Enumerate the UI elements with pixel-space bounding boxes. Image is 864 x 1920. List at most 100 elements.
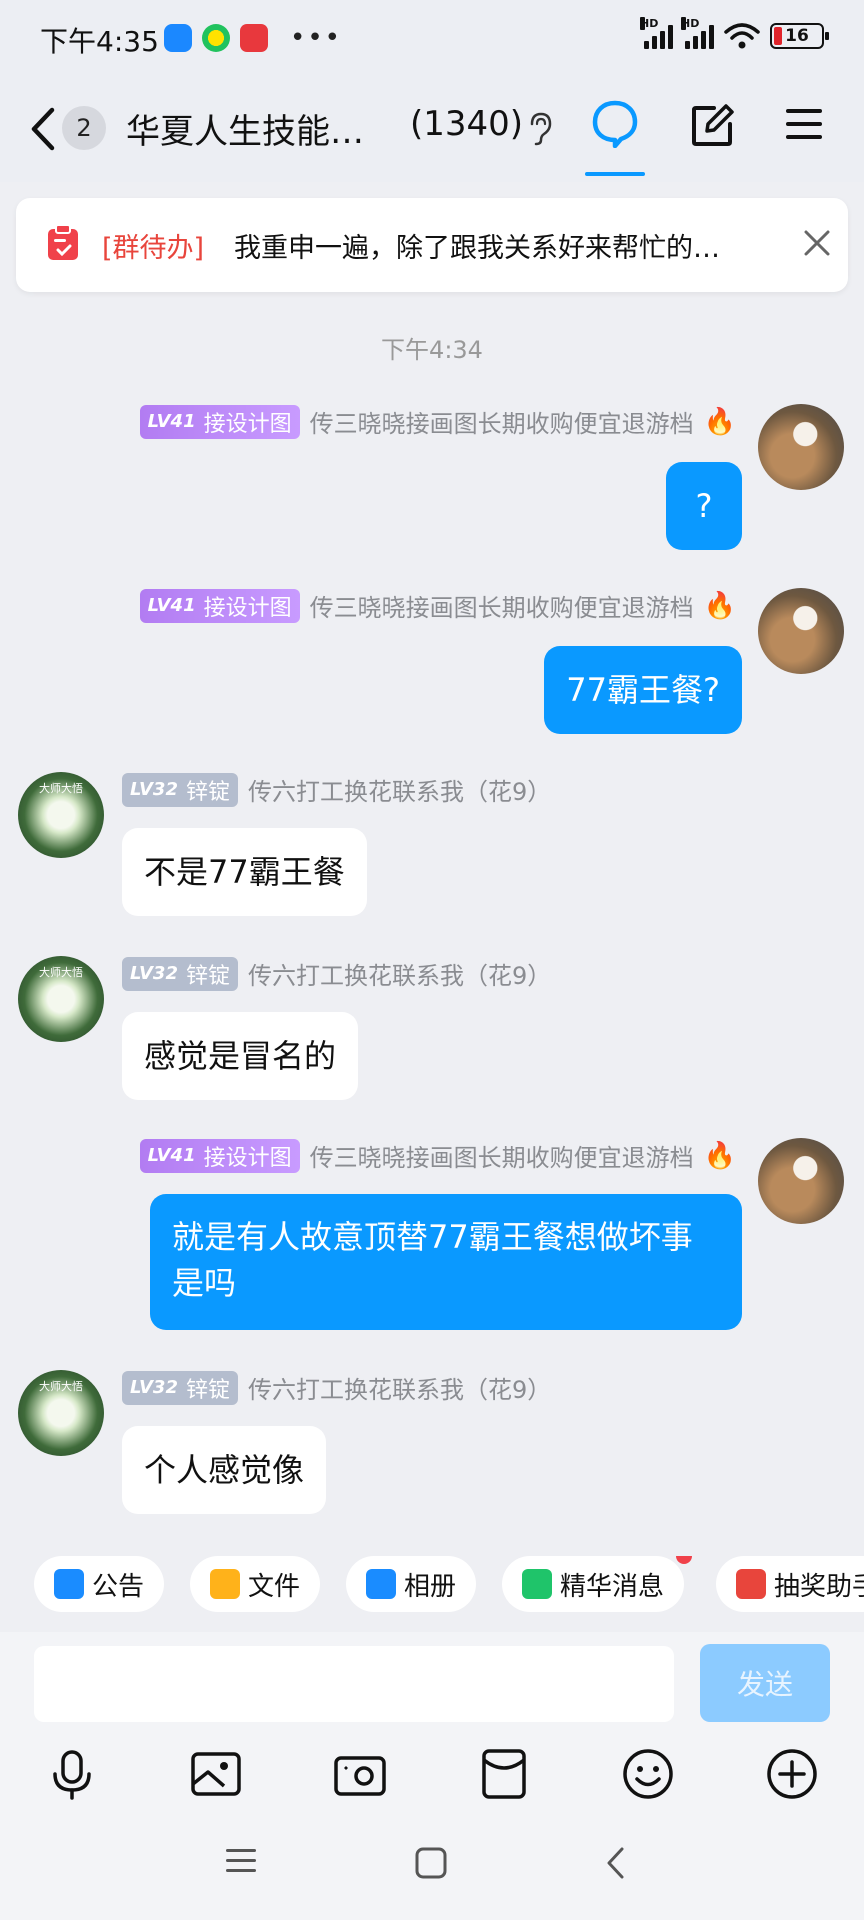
essence-icon (522, 1569, 552, 1599)
avatar[interactable] (758, 588, 844, 674)
message-meta: LV41 接设计图 传三晓晓接画图长期收购便宜退游档 🔥 (139, 588, 736, 623)
lottery-button[interactable]: 抽奖助手 (716, 1556, 864, 1612)
new-indicator-dot (676, 1556, 693, 1564)
message-meta: LV32 锌锭 传六打工换花联系我（花9） (122, 956, 551, 991)
back-nav-icon[interactable] (604, 1846, 628, 1880)
signal-icon: HD (681, 17, 714, 49)
avatar[interactable]: 大师大悟 (18, 1370, 104, 1456)
battery-level: 16 (785, 26, 809, 46)
files-button[interactable]: 文件 (190, 1556, 321, 1612)
member-title: 锌锭 (185, 1377, 230, 1403)
announcement-icon (54, 1569, 84, 1599)
shopping-app-icon (240, 24, 268, 52)
quick-tools-bar: 公告 文件 相册 精华消息 抽奖助手 (0, 1556, 864, 1630)
sender-nickname[interactable]: 传六打工换花联系我（花9） (248, 1370, 551, 1405)
input-toolbar (0, 1732, 864, 1822)
avatar[interactable] (758, 404, 844, 490)
fire-icon: 🔥 (703, 406, 736, 437)
member-badge: LV32 锌锭 (122, 1370, 238, 1405)
fire-icon: 🔥 (703, 590, 736, 621)
avatar[interactable]: 大师大悟 (18, 956, 104, 1042)
member-title: 接设计图 (203, 411, 292, 437)
member-badge: LV41 接设计图 (139, 588, 300, 623)
notification-icons: ••• (164, 24, 342, 52)
message-meta: LV32 锌锭 传六打工换花联系我（花9） (122, 772, 551, 807)
level-label: LV32 (130, 1377, 178, 1398)
unread-count-badge[interactable]: 2 (62, 106, 106, 150)
message-bubble[interactable]: 感觉是冒名的 (122, 1012, 359, 1100)
todo-text: 我重申一遍，除了跟我关系好来帮忙的… (234, 233, 720, 264)
chat-icon[interactable] (590, 98, 640, 148)
more-notifications-icon: ••• (290, 23, 343, 53)
announcement-button[interactable]: 公告 (34, 1556, 165, 1612)
sender-nickname[interactable]: 传六打工换花联系我（花9） (248, 772, 551, 807)
avatar-text: 大师大悟 (39, 966, 83, 979)
avatar[interactable]: 大师大悟 (18, 772, 104, 858)
send-button[interactable]: 发送 (700, 1644, 830, 1722)
message-timestamp: 下午4:34 (381, 336, 483, 364)
album-icon (366, 1569, 396, 1599)
gift-icon (736, 1569, 766, 1599)
member-title: 锌锭 (185, 963, 230, 989)
sender-nickname[interactable]: 传六打工换花联系我（花9） (248, 956, 551, 991)
home-icon[interactable] (414, 1846, 448, 1880)
message-meta: LV41 接设计图 传三晓晓接画图长期收购便宜退游档 🔥 (139, 404, 736, 439)
chip-label: 相册 (404, 1571, 457, 1602)
group-name[interactable]: 华夏人生技能… (126, 104, 364, 153)
status-bar: 下午4:35 ••• HD HD 16 (0, 0, 864, 78)
wifi-icon (724, 23, 760, 49)
member-title: 接设计图 (203, 1145, 292, 1171)
member-badge: LV32 锌锭 (122, 772, 238, 807)
clipboard-icon (48, 224, 78, 260)
menu-icon[interactable] (784, 106, 824, 142)
active-tab-indicator (585, 172, 645, 176)
chip-label: 精华消息 (560, 1571, 665, 1602)
close-icon[interactable] (802, 228, 832, 258)
red-packet-icon[interactable] (476, 1746, 532, 1802)
sender-nickname[interactable]: 传三晓晓接画图长期收购便宜退游档 (310, 404, 694, 439)
level-label: LV32 (130, 779, 178, 800)
level-label: LV41 (147, 411, 196, 432)
message-bubble[interactable]: 77霸王餐? (544, 646, 742, 734)
todo-tag: [群待办] (102, 233, 205, 264)
message-bubble[interactable]: 就是有人故意顶替77霸王餐想做坏事是吗 (150, 1194, 742, 1330)
image-icon[interactable] (188, 1746, 244, 1802)
plus-icon[interactable] (764, 1746, 820, 1802)
edit-icon[interactable] (690, 104, 734, 148)
sender-nickname[interactable]: 传三晓晓接画图长期收购便宜退游档 (310, 588, 694, 623)
message-bubble[interactable]: 个人感觉像 (122, 1426, 327, 1514)
camera-icon[interactable] (332, 1746, 388, 1802)
album-button[interactable]: 相册 (346, 1556, 477, 1612)
member-badge: LV32 锌锭 (122, 956, 238, 991)
avatar[interactable] (758, 1138, 844, 1224)
signal-icon: HD (640, 17, 673, 49)
recent-apps-icon[interactable] (224, 1846, 258, 1876)
avatar-text: 大师大悟 (39, 782, 83, 795)
message-input[interactable] (34, 1646, 674, 1722)
back-icon[interactable] (24, 104, 64, 154)
level-label: LV41 (147, 595, 196, 616)
member-title: 锌锭 (185, 779, 230, 805)
chip-label: 公告 (92, 1571, 145, 1602)
emoji-icon[interactable] (620, 1746, 676, 1802)
chip-label: 文件 (248, 1571, 301, 1602)
input-area: 发送 (0, 1632, 864, 1732)
browser-app-icon (164, 24, 192, 52)
member-title: 接设计图 (203, 595, 292, 621)
music-app-icon (202, 24, 230, 52)
folder-icon (210, 1569, 240, 1599)
message-bubble[interactable]: ? (666, 462, 742, 550)
fire-icon: 🔥 (703, 1140, 736, 1171)
sender-nickname[interactable]: 传三晓晓接画图长期收购便宜退游档 (310, 1138, 694, 1173)
member-count[interactable]: (1340) (410, 104, 523, 144)
microphone-icon[interactable] (44, 1746, 100, 1802)
essence-messages-button[interactable]: 精华消息 (502, 1556, 693, 1612)
message-meta: LV32 锌锭 传六打工换花联系我（花9） (122, 1370, 551, 1405)
message-bubble[interactable]: 不是77霸王餐 (122, 828, 367, 916)
group-todo-banner[interactable]: [群待办] 我重申一遍，除了跟我关系好来帮忙的… (16, 198, 848, 292)
message-meta: LV41 接设计图 传三晓晓接画图长期收购便宜退游档 🔥 (139, 1138, 736, 1173)
chip-label: 抽奖助手 (774, 1571, 864, 1602)
status-time: 下午4:35 (40, 25, 159, 58)
system-navigation-bar (0, 1822, 864, 1920)
level-label: LV41 (147, 1145, 196, 1166)
